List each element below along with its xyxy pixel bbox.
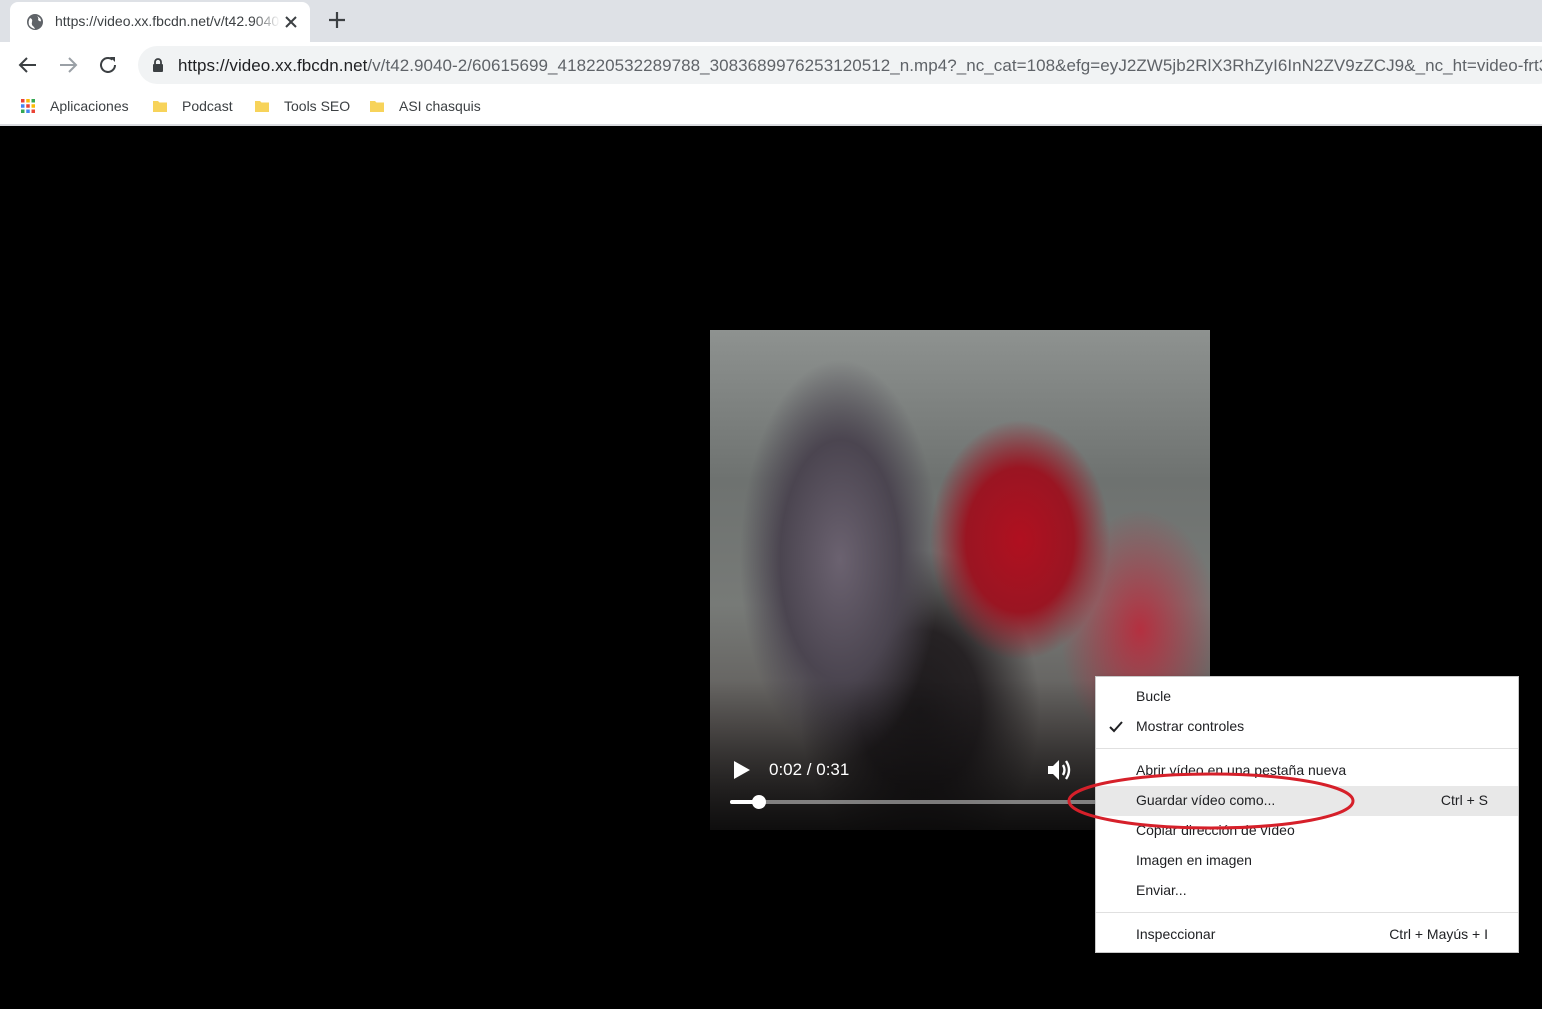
menu-item-label: Imagen en imagen bbox=[1136, 852, 1252, 868]
reload-icon[interactable] bbox=[96, 53, 120, 77]
volume-icon[interactable] bbox=[1046, 757, 1074, 783]
menu-item-label: Guardar vídeo como... bbox=[1136, 792, 1276, 808]
video-time-display: 0:02 / 0:31 bbox=[769, 760, 850, 779]
menu-item-shortcut: Ctrl + Mayús + I bbox=[1389, 926, 1488, 942]
tab-strip: https://video.xx.fbcdn.net/v/t42.9040-2/… bbox=[0, 0, 1542, 42]
url-path: /v/t42.9040-2/60615699_418220532289788_3… bbox=[367, 56, 1542, 75]
menu-item-label: Enviar... bbox=[1136, 882, 1187, 898]
bookmark-aplicaciones[interactable]: Aplicaciones bbox=[20, 95, 129, 117]
folder-icon bbox=[370, 101, 384, 112]
folder-icon bbox=[153, 101, 167, 112]
folder-icon bbox=[255, 101, 269, 112]
menu-item-label: Abrir vídeo en una pestaña nueva bbox=[1136, 762, 1347, 778]
menu-separator bbox=[1096, 912, 1518, 913]
video-progress-thumb[interactable] bbox=[751, 795, 766, 809]
menu-item-bucle[interactable]: Bucle bbox=[1096, 682, 1518, 712]
bookmarks-bar: Aplicaciones Podcast Tools SEO ASI chasq… bbox=[0, 88, 1542, 126]
context-menu: Bucle Mostrar controles Abrir vídeo en u… bbox=[1095, 676, 1519, 953]
menu-item-label: Inspeccionar bbox=[1136, 926, 1216, 942]
plus-icon[interactable] bbox=[326, 9, 348, 31]
menu-item-label: Copiar dirección de vídeo bbox=[1136, 822, 1295, 838]
menu-item-copiar-direccion[interactable]: Copiar dirección de vídeo bbox=[1096, 816, 1518, 846]
bookmark-podcast[interactable]: Podcast bbox=[152, 95, 233, 117]
arrow-right-icon[interactable] bbox=[56, 53, 80, 77]
menu-item-abrir-video-pestana[interactable]: Abrir vídeo en una pestaña nueva bbox=[1096, 756, 1518, 786]
apps-grid-icon bbox=[21, 99, 35, 113]
menu-item-inspeccionar[interactable]: Inspeccionar Ctrl + Mayús + I bbox=[1096, 920, 1518, 950]
bookmark-asi-chasquis[interactable]: ASI chasquis bbox=[369, 95, 481, 117]
menu-item-guardar-video[interactable]: Guardar vídeo como... Ctrl + S bbox=[1096, 786, 1518, 816]
browser-tab[interactable]: https://video.xx.fbcdn.net/v/t42.9040-2/… bbox=[10, 2, 310, 42]
bookmark-tools-seo[interactable]: Tools SEO bbox=[254, 95, 350, 117]
play-icon[interactable] bbox=[733, 760, 751, 780]
url-host: https://video.xx.fbcdn.net bbox=[178, 56, 368, 75]
bookmark-label: ASI chasquis bbox=[399, 98, 481, 114]
menu-item-imagen-en-imagen[interactable]: Imagen en imagen bbox=[1096, 846, 1518, 876]
menu-item-mostrar-controles[interactable]: Mostrar controles bbox=[1096, 712, 1518, 742]
menu-item-label: Bucle bbox=[1136, 688, 1172, 704]
toolbar: https://video.xx.fbcdn.net/v/t42.9040-2/… bbox=[0, 42, 1542, 88]
bookmark-label: Aplicaciones bbox=[50, 98, 129, 114]
globe-icon bbox=[27, 14, 43, 30]
menu-item-enviar[interactable]: Enviar... bbox=[1096, 876, 1518, 906]
menu-item-label: Mostrar controles bbox=[1136, 718, 1245, 734]
bookmark-label: Podcast bbox=[182, 98, 233, 114]
menu-item-shortcut: Ctrl + S bbox=[1440, 792, 1488, 808]
lock-icon[interactable] bbox=[150, 57, 166, 73]
address-bar[interactable]: https://video.xx.fbcdn.net/v/t42.9040-2/… bbox=[138, 46, 1542, 84]
close-icon[interactable] bbox=[282, 13, 300, 31]
menu-separator bbox=[1096, 748, 1518, 749]
url-text[interactable]: https://video.xx.fbcdn.net/v/t42.9040-2/… bbox=[178, 56, 1542, 76]
tab-title: https://video.xx.fbcdn.net/v/t42.9040-2/… bbox=[55, 13, 280, 29]
bookmark-label: Tools SEO bbox=[284, 98, 351, 114]
arrow-left-icon[interactable] bbox=[16, 53, 40, 77]
checkmark-icon bbox=[1109, 721, 1123, 733]
